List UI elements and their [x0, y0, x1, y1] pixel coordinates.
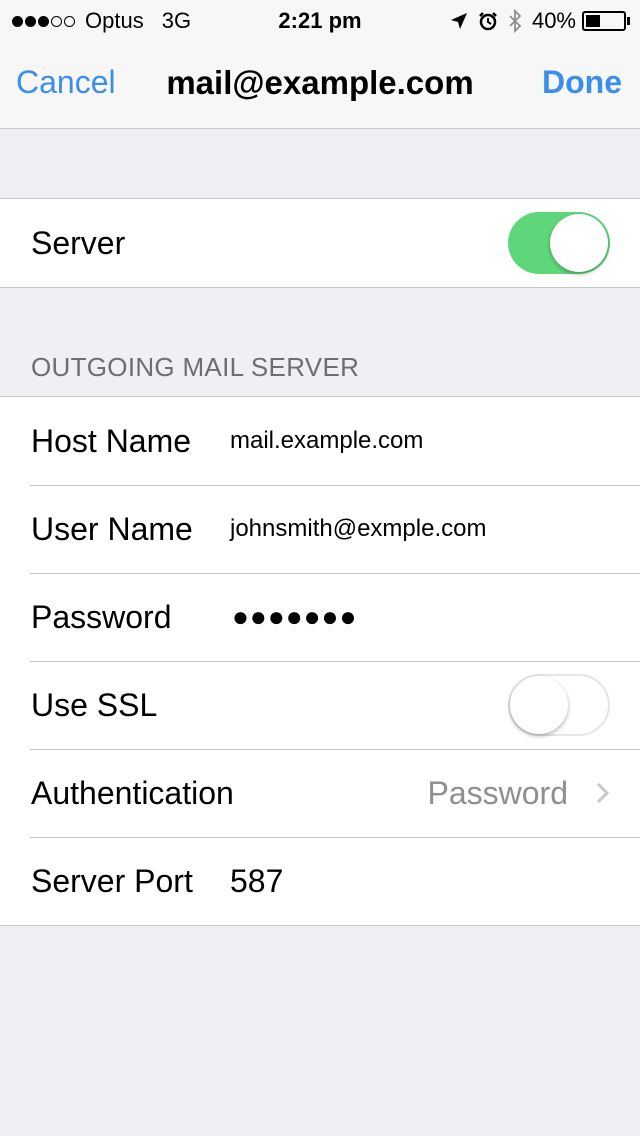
- bluetooth-icon: [509, 9, 522, 33]
- use-ssl-label: Use SSL: [31, 686, 158, 723]
- toggle-knob: [550, 214, 608, 272]
- toggle-knob: [510, 676, 568, 734]
- server-toggle[interactable]: [508, 212, 610, 274]
- use-ssl-row: Use SSL: [0, 661, 640, 749]
- status-right: 40%: [440, 8, 630, 34]
- host-name-label: Host Name: [31, 422, 192, 459]
- user-name-row: User Name johnsmith@exmple.com: [0, 485, 640, 573]
- password-label: Password: [31, 598, 172, 635]
- navigation-bar: Cancel mail@example.com Done: [0, 40, 640, 129]
- use-ssl-toggle[interactable]: [508, 674, 610, 736]
- authentication-row[interactable]: Authentication Password: [0, 749, 640, 837]
- battery-percent: 40%: [531, 8, 576, 33]
- chevron-right-icon: [596, 782, 610, 804]
- done-button[interactable]: Done: [542, 64, 622, 101]
- alarm-clock-icon: [479, 12, 497, 31]
- authentication-label: Authentication: [31, 774, 234, 811]
- password-row: Password ●●●●●●●: [0, 573, 640, 661]
- password-field[interactable]: ●●●●●●●: [232, 601, 357, 633]
- user-name-label: User Name: [31, 510, 193, 547]
- outgoing-mail-server-group: Host Name mail.example.com User Name joh…: [0, 396, 640, 926]
- status-bar: Optus 3G 2:21 pm 40%: [0, 0, 640, 40]
- server-row: Server: [0, 199, 640, 287]
- server-port-label: Server Port: [31, 862, 193, 899]
- host-name-row: Host Name mail.example.com: [0, 397, 640, 485]
- user-name-field[interactable]: johnsmith@exmple.com: [230, 515, 486, 543]
- location-arrow-icon: [450, 13, 467, 29]
- battery-icon: [582, 11, 626, 31]
- server-group: Server: [0, 198, 640, 288]
- server-label: Server: [31, 224, 126, 261]
- server-port-row: Server Port 587: [0, 837, 640, 925]
- host-name-field[interactable]: mail.example.com: [230, 427, 423, 455]
- server-port-field[interactable]: 587: [230, 863, 283, 900]
- section-header-outgoing: OUTGOING MAIL SERVER: [31, 352, 360, 382]
- authentication-value: Password: [427, 774, 569, 811]
